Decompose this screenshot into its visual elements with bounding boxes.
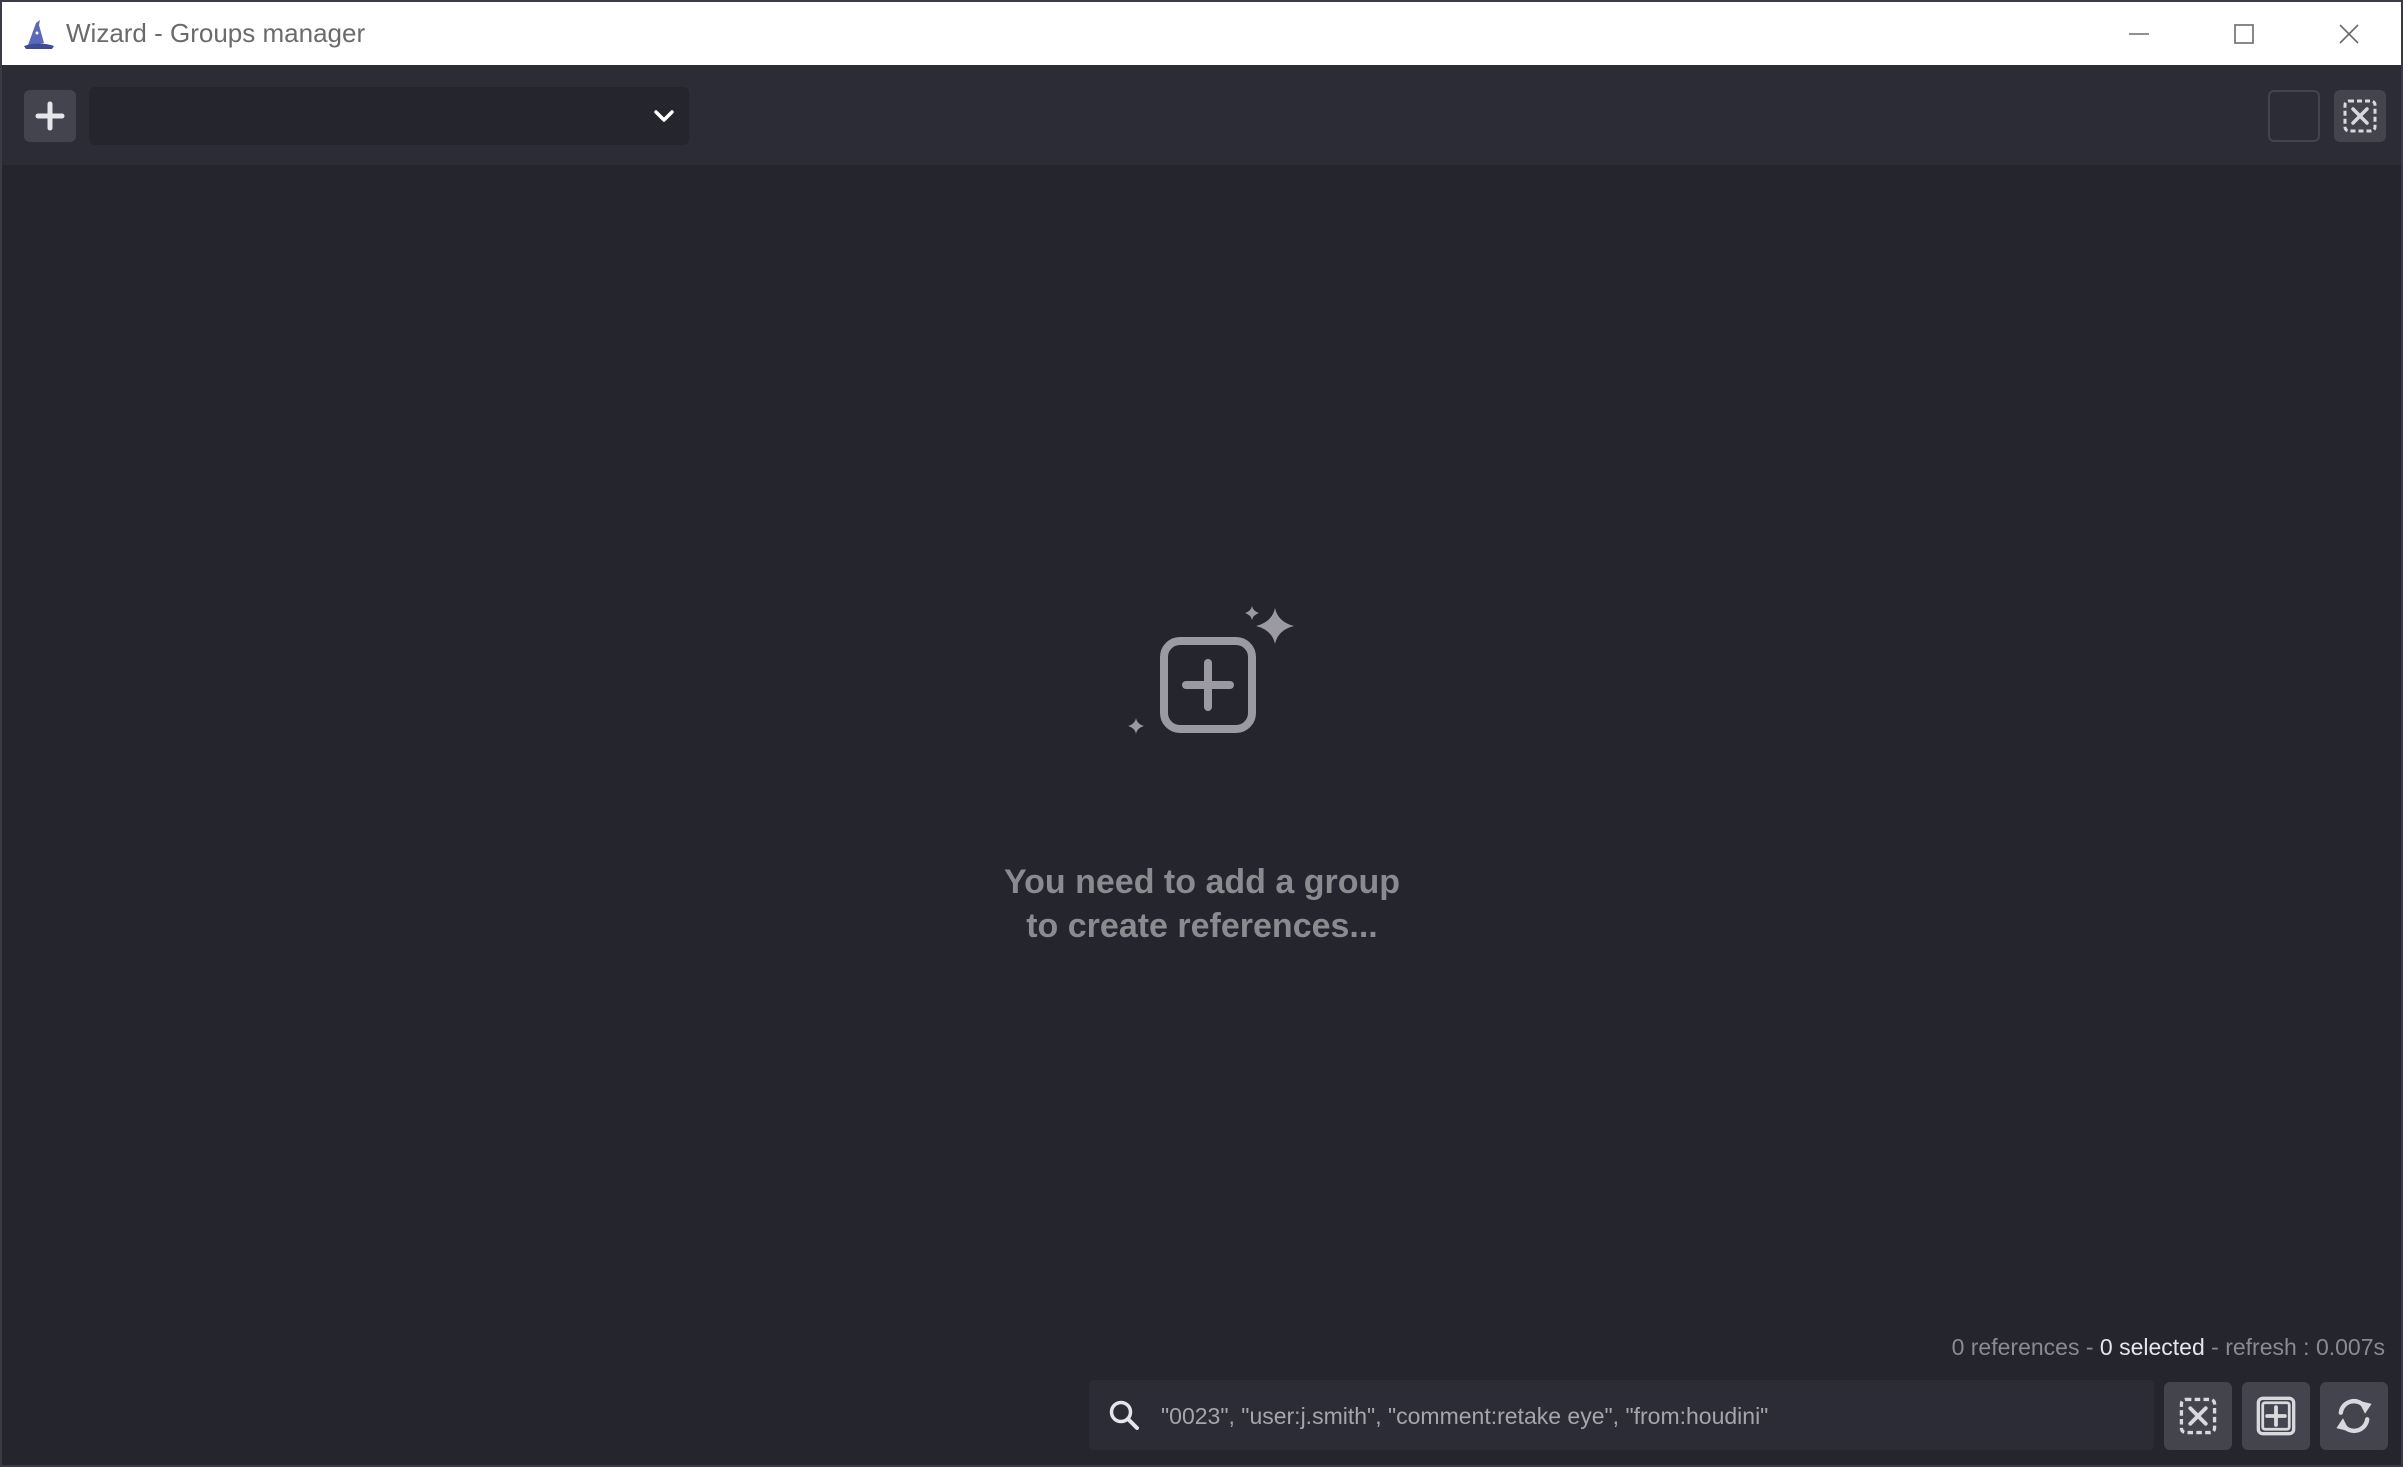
clear-selection-button[interactable]: [2164, 1382, 2232, 1450]
window-title: Wizard - Groups manager: [66, 18, 366, 48]
search-icon: [1107, 1398, 1141, 1432]
search-input[interactable]: [1159, 1380, 2143, 1452]
empty-state-line-2: to create references...: [1026, 907, 1378, 945]
plus-icon: [35, 101, 65, 131]
add-group-button[interactable]: [24, 90, 76, 142]
close-icon: [2338, 23, 2359, 44]
add-box-icon: [2256, 1396, 2296, 1436]
status-bar: 0 references - 0 selected - refresh : 0.…: [1952, 1334, 2385, 1361]
selected-count: 0 selected: [2099, 1334, 2205, 1360]
add-box-sparkles-icon: [1122, 600, 1302, 740]
clear-selection-icon: [2343, 99, 2377, 133]
clear-selection-top-button[interactable]: [2334, 90, 2386, 142]
maximize-icon: [2233, 23, 2254, 44]
minimize-icon: [2128, 32, 2149, 35]
clear-selection-icon: [2179, 1397, 2217, 1435]
groups-manager-window: Wizard - Groups manager You need to add …: [0, 0, 2403, 1467]
chevron-down-icon: [649, 101, 679, 131]
toggle-view-button[interactable]: [2268, 90, 2320, 142]
empty-state-message: You need to add a group to create refere…: [902, 860, 1502, 948]
window-controls: [2086, 2, 2401, 65]
refresh-icon: [2336, 1399, 2372, 1433]
references-count: 0 references -: [1951, 1334, 2094, 1360]
select-all-button[interactable]: [2242, 1382, 2310, 1450]
empty-state-line-1: You need to add a group: [1003, 863, 1401, 901]
wizard-hat-icon: [20, 15, 58, 53]
refresh-time: - refresh : 0.007s: [2211, 1334, 2385, 1360]
toolbar: [2, 65, 2401, 165]
close-button[interactable]: [2296, 2, 2401, 65]
refresh-button[interactable]: [2320, 1382, 2388, 1450]
search-bar: [1089, 1380, 2154, 1452]
title-bar[interactable]: Wizard - Groups manager: [2, 2, 2401, 65]
minimize-button[interactable]: [2086, 2, 2191, 65]
maximize-button[interactable]: [2191, 2, 2296, 65]
group-dropdown[interactable]: [89, 87, 689, 145]
